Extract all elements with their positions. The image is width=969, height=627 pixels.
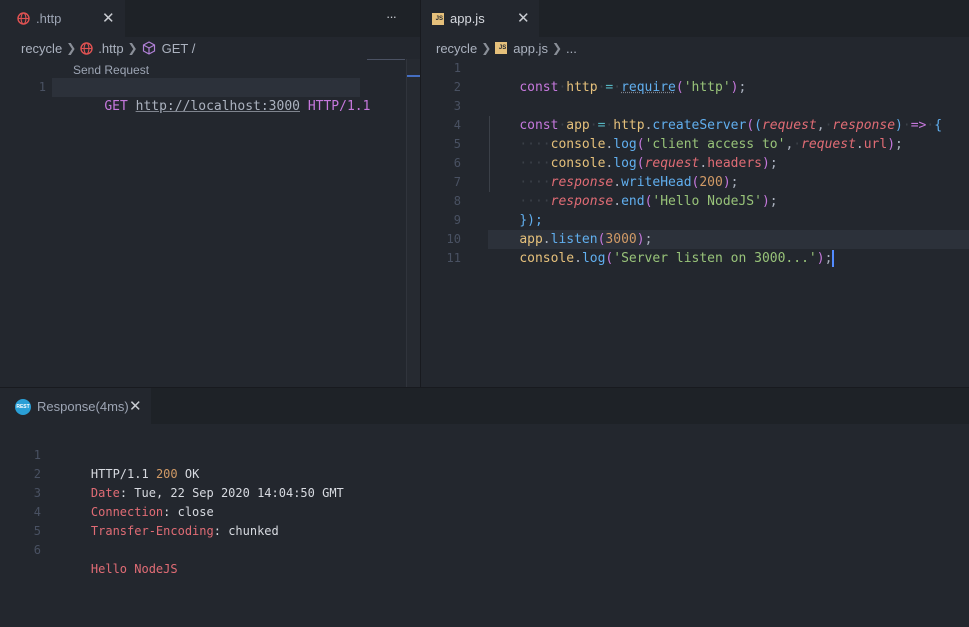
chevron-right-icon: ❯	[127, 41, 138, 55]
scroll-position-marker	[407, 75, 421, 77]
breadcrumb-file[interactable]: .http	[98, 41, 123, 56]
line-number: 8	[453, 194, 461, 208]
close-icon[interactable]: ✕	[129, 397, 142, 415]
http-version: HTTP/1.1	[307, 99, 371, 114]
header-line: Connection: close	[90, 505, 214, 519]
line-number: 6	[33, 543, 41, 557]
property: url	[863, 137, 888, 152]
http-method: GET	[104, 99, 128, 114]
code-line: console.log('Server listen on 3000...');	[519, 250, 835, 267]
chevron-right-icon: ❯	[66, 41, 77, 55]
line-number: 2	[33, 467, 41, 481]
code-line: GET http://localhost:3000 HTTP/1.1	[73, 78, 370, 114]
line-number: 5	[33, 524, 41, 538]
line-number: 6	[453, 156, 461, 170]
javascript-file-icon: JS	[432, 12, 444, 25]
response-viewer[interactable]: 1 2 3 4 5 6 HTTP/1.1 200 OK Date: Tue, 2…	[0, 424, 969, 627]
http-editor[interactable]: Send Request 1 GET http://localhost:3000…	[0, 59, 406, 387]
response-body: Hello NodeJS	[62, 541, 178, 576]
code-line: const·http·=·require('http');	[519, 80, 747, 95]
line-number: 7	[453, 175, 461, 189]
line-number: 4	[33, 505, 41, 519]
close-icon[interactable]: ✕	[102, 9, 115, 27]
chevron-right-icon: ❯	[481, 41, 492, 55]
line-number: 5	[453, 137, 461, 151]
status-line: HTTP/1.1 200 OK	[62, 446, 199, 481]
response-tab-bar: REST Response(4ms) ✕	[0, 387, 969, 425]
line-number: 1	[38, 80, 46, 94]
text-cursor	[832, 250, 835, 267]
tab-response[interactable]: REST Response(4ms) ✕	[0, 388, 151, 425]
code-line: ····response.writeHead(200);	[519, 175, 739, 190]
chevron-right-icon: ❯	[551, 41, 563, 55]
breadcrumb-folder[interactable]: recycle	[436, 41, 477, 56]
line-number: 3	[33, 486, 41, 500]
parameter: request	[801, 137, 856, 152]
body-text: Hello NodeJS	[90, 562, 178, 576]
breadcrumb: recycle ❯ .http ❯ GET /	[21, 37, 195, 59]
string: 'http'	[683, 80, 731, 95]
tab-app-js[interactable]: JS app.js ✕	[421, 0, 539, 37]
send-request-codelens[interactable]: Send Request	[73, 63, 149, 77]
close-icon[interactable]: ✕	[517, 9, 530, 27]
tab-http-file[interactable]: .http ✕	[0, 0, 125, 37]
arrow-operator: =>	[910, 118, 927, 133]
cube-icon	[142, 41, 156, 55]
globe-icon	[17, 12, 30, 25]
header-line: Transfer-Encoding: chunked	[90, 524, 279, 538]
code-line: ····response.end('Hello NodeJS');	[519, 194, 778, 209]
js-editor[interactable]: 1 2 3 4 5 6 7 8 9 10 11 const·http·=·req…	[421, 59, 969, 387]
breadcrumb: recycle ❯ JS app.js ❯ ...	[436, 37, 577, 59]
tab-label: .http	[36, 11, 62, 26]
code-line: });	[488, 192, 542, 228]
function-name: log	[581, 251, 606, 266]
left-tab-bar: .http ✕ ···	[0, 0, 420, 37]
vertical-scrollbar[interactable]	[367, 59, 421, 387]
line-number: 1	[33, 448, 41, 462]
string: 'Hello NodeJS'	[652, 194, 762, 209]
more-actions-icon[interactable]: ···	[386, 9, 397, 24]
function-name: end	[621, 194, 645, 209]
breadcrumb-folder[interactable]: recycle	[21, 41, 62, 56]
breadcrumb-symbol[interactable]: GET /	[162, 41, 196, 56]
line-number: 10	[446, 232, 461, 246]
minimap-line	[367, 59, 405, 60]
code-line: app.listen(3000);	[519, 232, 653, 247]
line-number: 1	[453, 61, 461, 75]
tab-label: Response(4ms)	[37, 399, 129, 414]
right-tab-bar: JS app.js ✕	[421, 0, 969, 37]
javascript-file-icon: JS	[495, 42, 508, 54]
line-number: 2	[453, 80, 461, 94]
keyword: const	[519, 80, 559, 95]
breadcrumb-rest[interactable]: ...	[566, 41, 577, 56]
header-value: chunked	[228, 524, 279, 538]
tab-label: app.js	[450, 11, 485, 26]
parameter: response	[550, 194, 614, 209]
header-line: Date: Tue, 22 Sep 2020 14:04:50 GMT	[90, 486, 344, 500]
code-line: ····console.log(request.headers);	[519, 156, 778, 171]
code-line: const·app·=·http.createServer((request,·…	[519, 118, 943, 133]
rest-client-icon: REST	[15, 398, 31, 415]
line-number: 9	[453, 213, 461, 227]
request-url[interactable]: http://localhost:3000	[136, 99, 300, 114]
breadcrumb-file[interactable]: app.js	[513, 41, 548, 56]
globe-icon	[80, 41, 93, 55]
variable: http	[566, 80, 598, 95]
line-number: 11	[446, 251, 461, 265]
line-number: 3	[453, 99, 461, 113]
variable: console	[519, 251, 575, 266]
string: 'Server listen on 3000...'	[613, 251, 817, 266]
code-line: ····console.log('client access to',·requ…	[519, 137, 903, 152]
function-name: require	[621, 80, 676, 95]
line-number: 4	[453, 118, 461, 132]
header-name: Transfer-Encoding	[90, 524, 214, 538]
